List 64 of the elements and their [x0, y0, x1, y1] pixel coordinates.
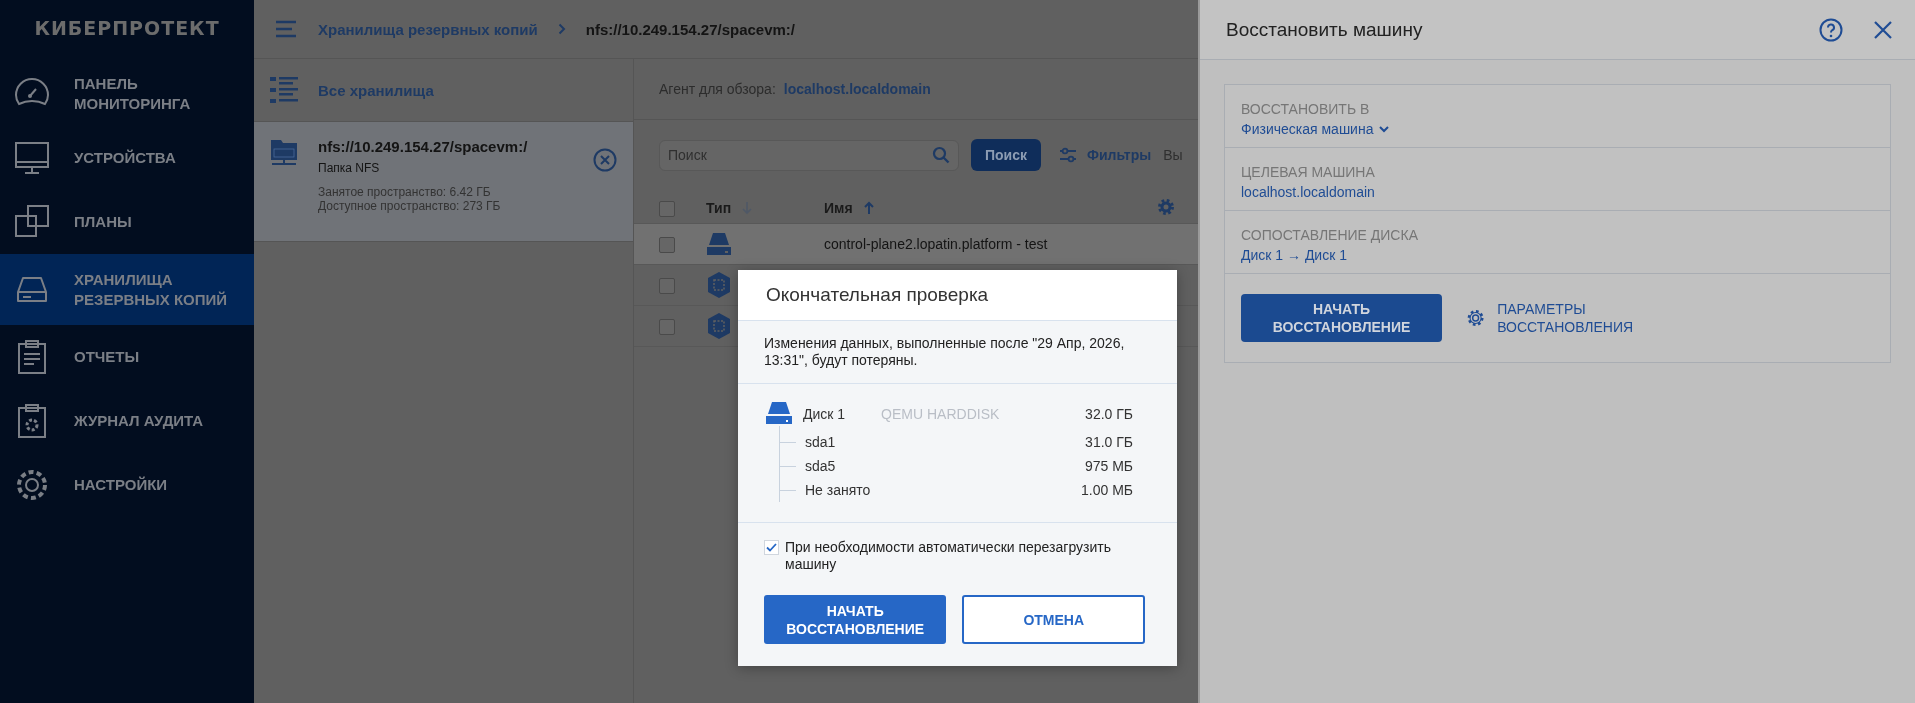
search-button[interactable]: Поиск [971, 139, 1041, 171]
field-label: ВОССТАНОВИТЬ В [1241, 101, 1371, 117]
settings-icon [1158, 198, 1174, 215]
start-recovery-button[interactable]: НАЧАТЬ ВОССТАНОВЛЕНИЕ [764, 595, 947, 644]
start-recovery-button[interactable]: НАЧАТЬ ВОССТАНОВЛЕНИЕ [1241, 294, 1442, 342]
free-space: Доступное пространство: 273 ГБ [318, 199, 502, 213]
checkbox[interactable] [659, 318, 675, 335]
sidebar-item[interactable]: УСТРОЙСТВА [0, 126, 254, 190]
partition-name: Не занято [805, 482, 871, 498]
checkbox[interactable] [659, 277, 675, 294]
column-header[interactable]: Имя [824, 200, 853, 216]
monitor-icon [14, 140, 50, 176]
storage-title: nfs://10.249.154.27/spacevm:/ [318, 138, 529, 155]
chevron-down-icon [1379, 125, 1390, 133]
partition-size: 31.0 ГБ [1085, 434, 1133, 450]
sidebar-item[interactable]: ПЛАНЫ [0, 190, 254, 254]
nfs-folder-icon [270, 138, 298, 168]
checkbox[interactable] [659, 200, 675, 217]
close-icon[interactable] [1873, 19, 1893, 40]
disk-model: QEMU HARDDISK [881, 406, 1000, 422]
list-icon [270, 77, 298, 103]
checkbox[interactable] [659, 236, 675, 253]
dropdown[interactable]: Физическая машина [1241, 121, 1390, 137]
field-label: ЦЕЛЕВАЯ МАШИНА [1241, 164, 1376, 180]
disk-size: 32.0 ГБ [1085, 406, 1133, 422]
sidebar-item[interactable]: ХРАНИЛИЩА РЕЗЕРВНЫХ КОПИЙ [0, 254, 254, 325]
partition-name: sda1 [805, 434, 836, 450]
column-header[interactable]: Тип [706, 200, 732, 216]
disk-name: Диск 1 [803, 406, 846, 422]
breadcrumb-current: nfs://10.249.154.27/spacevm:/ [585, 20, 796, 38]
sidebar-item[interactable]: НАСТРОЙКИ [0, 453, 254, 517]
settings-icon [14, 467, 50, 503]
dialog-title: Окончательная проверка [738, 270, 1177, 321]
hexagon-icon [706, 312, 732, 340]
sidebar-item[interactable]: ОТЧЕТЫ [0, 325, 254, 389]
field-link[interactable]: Диск 1 → Диск 1 [1241, 247, 1347, 263]
help-icon[interactable] [1819, 17, 1843, 42]
squares-icon [14, 204, 50, 240]
sliders-icon [1059, 147, 1077, 163]
used-space: Занятое пространство: 6.42 ГБ [318, 185, 492, 199]
sidebar-item[interactable]: ЖУРНАЛ АУДИТА [0, 389, 254, 453]
warning-text: Изменения данных, выполненные после "29 Апр, 2026, 13:31", будут потеряны. [738, 321, 1177, 384]
drive-icon [765, 401, 793, 427]
sidebar-item[interactable]: ПАНЕЛЬ МОНИТОРИНГА [0, 62, 254, 126]
storage-item[interactable]: nfs://10.249.154.27/spacevm:/ Папка NFS Занятое пространство: 6.42 ГБ Доступное пространство: 273 ГБ [254, 122, 633, 242]
storage-type: Папка NFS [318, 161, 381, 175]
checkbox-label: При необходимости автоматически перезагрузить машину [785, 539, 1112, 573]
hexagon-icon [706, 271, 732, 299]
recovery-options-link[interactable]: ПАРАМЕТРЫ ВОССТАНОВЛЕНИЯ [1466, 300, 1666, 336]
remove-icon[interactable] [593, 148, 617, 172]
drive-icon [706, 231, 732, 257]
panel-title: Восстановить машину [1226, 18, 1424, 41]
menu-icon [274, 20, 298, 38]
check-icon [766, 543, 777, 552]
partition-size: 975 МБ [1084, 458, 1133, 474]
field-label: СОПОСТАВЛЕНИЕ ДИСКА [1241, 227, 1419, 243]
partition-size: 1.00 МБ [1081, 482, 1133, 498]
chevron-right-icon [557, 23, 566, 35]
field-link[interactable]: localhost.localdomain [1241, 184, 1375, 200]
logo-text: КИБЕРПРОТЕКТ [33, 16, 221, 41]
table-cell: control-plane2.lopatin.platform - test [824, 236, 1048, 252]
partition-name: sda5 [805, 458, 836, 474]
cancel-button[interactable]: ОТМЕНА [962, 595, 1145, 644]
search-icon [932, 145, 950, 164]
